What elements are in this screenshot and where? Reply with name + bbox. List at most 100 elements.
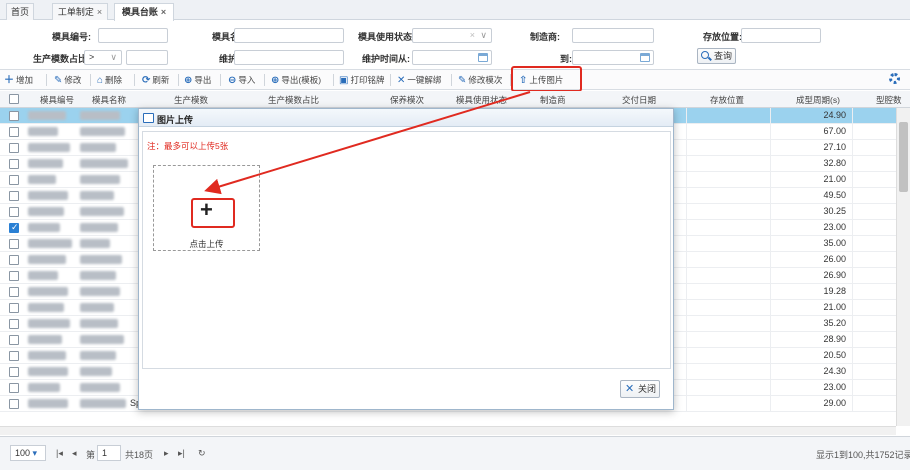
calendar-icon[interactable] (640, 53, 650, 62)
cell-divider (770, 332, 771, 348)
cell-divider (686, 220, 687, 236)
horizontal-scrollbar[interactable] (0, 426, 896, 435)
row-checkbox[interactable] (9, 159, 19, 169)
row-checkbox[interactable] (9, 319, 19, 329)
maint-time-from-input[interactable] (412, 50, 492, 65)
image-upload-dialog: 图片上传 注：最多可以上传5张 + 点击上传 ✕ 关闭 (138, 108, 674, 410)
cell-divider (770, 204, 771, 220)
plus-icon[interactable]: + (200, 199, 213, 221)
edit-button[interactable]: ✎ 修改 (54, 73, 81, 87)
col-cavities[interactable]: 型腔数 (876, 94, 902, 106)
row-checkbox[interactable] (9, 222, 19, 233)
row-checkbox[interactable] (9, 111, 19, 121)
col-status[interactable]: 模具使用状态 (456, 94, 507, 106)
col-production-ratio[interactable]: 生产模数占比 (268, 94, 319, 106)
redacted-mold-no (28, 127, 58, 136)
cross-icon: ✕ (397, 75, 406, 86)
upload-dropzone[interactable]: + 点击上传 (153, 165, 260, 251)
redacted-mold-name (80, 207, 124, 216)
redacted-mold-no (28, 335, 62, 344)
col-cycle[interactable]: 成型周期(s) (796, 94, 840, 106)
next-page-icon[interactable]: ▸ (164, 448, 169, 459)
col-mold-name[interactable]: 模具名称 (92, 94, 126, 106)
row-checkbox[interactable] (9, 191, 19, 201)
col-maintain-count[interactable]: 保养模次 (390, 94, 424, 106)
col-production[interactable]: 生产模数 (174, 94, 208, 106)
export-template-button[interactable]: ⊕ 导出(模板) (271, 73, 321, 87)
dialog-title-bar[interactable]: 图片上传 (139, 109, 673, 127)
maker-input[interactable] (572, 28, 654, 43)
chevron-down-icon: ∨ (480, 30, 487, 40)
cell-divider (686, 284, 687, 300)
cell-divider (770, 140, 771, 156)
import-label: 导入 (238, 75, 256, 85)
row-checkbox[interactable] (9, 383, 19, 393)
first-page-icon[interactable]: |◂ (56, 448, 63, 459)
row-checkbox[interactable] (9, 207, 19, 217)
tab-work-order[interactable]: 工单制定 × (52, 3, 108, 20)
col-delivery-date[interactable]: 交付日期 (622, 94, 656, 106)
print-label-button[interactable]: ▣ 打印铭牌 (339, 73, 384, 87)
tab-mold-ledger[interactable]: 模具台账 × (114, 3, 174, 21)
row-checkbox[interactable] (9, 143, 19, 153)
page-number-input[interactable]: 1 (97, 445, 121, 461)
maint-time-to-input[interactable] (572, 50, 654, 65)
upload-limit-note: 注：最多可以上传5张 (147, 141, 229, 151)
tab-home[interactable]: 首页 (6, 3, 34, 20)
col-mold-no[interactable]: 模具编号 (40, 94, 74, 106)
maintainer-input[interactable] (234, 50, 344, 65)
close-button[interactable]: ✕ 关闭 (620, 380, 660, 398)
status-select[interactable]: × ∨ (412, 28, 492, 43)
refresh-icon[interactable]: ↻ (198, 448, 206, 459)
mold-no-input[interactable] (98, 28, 168, 43)
row-checkbox[interactable] (9, 303, 19, 313)
delete-button[interactable]: ⌂ 删除 (97, 73, 122, 87)
redacted-mold-no (28, 303, 64, 312)
row-checkbox[interactable] (9, 399, 19, 409)
import-icon: ⊖ (228, 75, 237, 86)
import-button[interactable]: ⊖ 导入 (228, 73, 255, 87)
cycle-cell: 35.20 (823, 318, 846, 328)
last-page-icon[interactable]: ▸| (178, 448, 185, 459)
row-checkbox[interactable] (9, 239, 19, 249)
col-maker[interactable]: 制造商 (540, 94, 566, 106)
scroll-thumb[interactable] (899, 122, 908, 192)
close-icon: ✕ (625, 383, 635, 395)
cell-divider (686, 236, 687, 252)
query-button[interactable]: 查询 (697, 48, 736, 64)
export-button[interactable]: ⊕ 导出 (184, 73, 211, 87)
tab-close-icon[interactable]: × (97, 7, 102, 17)
redacted-mold-no (28, 319, 70, 328)
row-checkbox[interactable] (9, 271, 19, 281)
row-checkbox[interactable] (9, 127, 19, 137)
mold-name-input[interactable] (234, 28, 344, 43)
clear-icon[interactable]: × (470, 30, 475, 40)
location-input[interactable] (741, 28, 821, 43)
refresh-button[interactable]: ⟳ 刷新 (142, 73, 169, 87)
row-checkbox[interactable] (9, 351, 19, 361)
select-all-checkbox[interactable] (9, 94, 19, 104)
ratio-value-input[interactable] (126, 50, 168, 65)
row-checkbox[interactable] (9, 335, 19, 345)
row-checkbox[interactable] (9, 255, 19, 265)
redacted-mold-no (28, 255, 66, 264)
col-location[interactable]: 存放位置 (710, 94, 744, 106)
calendar-icon[interactable] (478, 53, 488, 62)
tab-close-icon[interactable]: × (161, 7, 166, 17)
row-checkbox[interactable] (9, 287, 19, 297)
cycle-cell: 30.25 (823, 206, 846, 216)
vertical-scrollbar[interactable] (896, 108, 910, 426)
edit-count-button[interactable]: ✎ 修改模次 (458, 73, 502, 87)
add-button[interactable]: ＋增加 (4, 73, 33, 87)
cell-divider (770, 172, 771, 188)
ratio-operator-select[interactable]: > ∨ (84, 50, 122, 65)
row-checkbox[interactable] (9, 367, 19, 377)
gear-icon[interactable] (889, 73, 900, 84)
unbind-button[interactable]: ✕ 一键解绑 (397, 73, 441, 87)
cycle-cell: 29.00 (823, 398, 846, 408)
export-template-label: 导出(模板) (281, 75, 322, 85)
prev-page-icon[interactable]: ◂ (72, 448, 77, 459)
row-checkbox[interactable] (9, 175, 19, 185)
redacted-mold-no (28, 399, 68, 408)
page-size-select[interactable]: 100 ▾ (10, 445, 46, 461)
